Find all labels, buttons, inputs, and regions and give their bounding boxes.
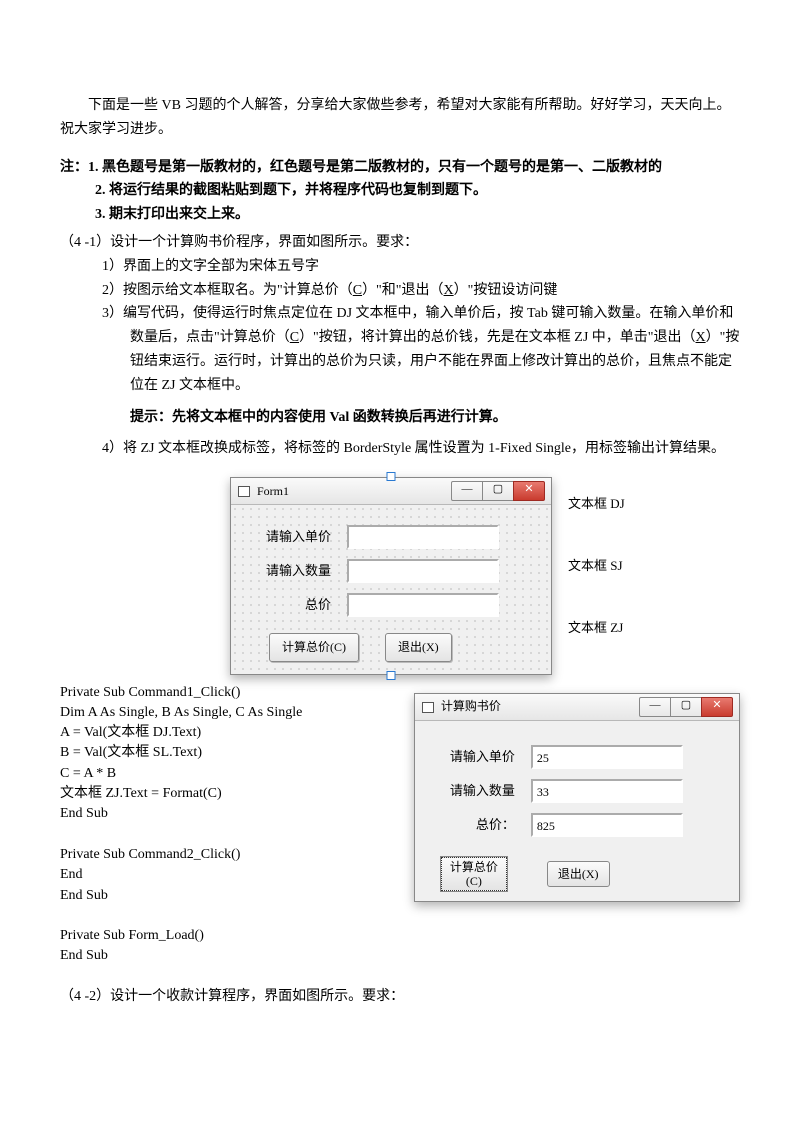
run-label-dj: 请输入单价 (425, 746, 515, 768)
run-exit-button[interactable]: 退出(X) (547, 861, 610, 887)
selection-handle-top (387, 472, 396, 481)
run-label-sj: 请输入数量 (425, 780, 515, 802)
textbox-zj[interactable] (347, 593, 499, 617)
q41-item4: 4）将 ZJ 文本框改换成标签，将标签的 BorderStyle 属性设置为 1… (102, 437, 740, 461)
app-icon (237, 485, 251, 497)
q41-title: （4 -1）设计一个计算购书价程序，界面如图所示。要求： (60, 231, 740, 255)
run-textbox-dj[interactable]: 25 (531, 745, 683, 769)
callouts: 文本框 DJ 文本框 SJ 文本框 ZJ (568, 477, 625, 663)
form2-window: 计算购书价 — ▢ ✕ 请输入单价 25 请输入数量 33 总价： 825 计算… (414, 693, 740, 903)
intro-paragraph: 下面是一些 VB 习题的个人解答，分享给大家做些参考，希望对大家能有所帮助。好好… (60, 94, 740, 142)
maximize-button[interactable]: ▢ (670, 697, 702, 717)
note-1: 注：1. 黑色题号是第一版教材的，红色题号是第二版教材的，只有一个题号的是第一、… (60, 156, 740, 180)
form1-window: Form1 — ▢ ✕ 请输入单价 请输入数量 总价 (230, 477, 552, 674)
callout-sj: 文本框 SJ (568, 539, 625, 601)
q42-title: （4 -2）设计一个收款计算程序，界面如图所示。要求： (60, 985, 740, 1009)
q41-item2: 2）按图示给文本框取名。为"计算总价（C）"和"退出（X）"按钮设访问键 (102, 279, 740, 303)
selection-handle-bottom (387, 671, 396, 680)
exit-button[interactable]: 退出(X) (385, 633, 452, 661)
tip-text: 提示：先将文本框中的内容使用 Val 函数转换后再进行计算。 (130, 406, 740, 430)
code-block: Private Sub Command1_Click() Dim A As Si… (60, 683, 404, 967)
app-icon (421, 701, 435, 713)
minimize-button[interactable]: — (451, 481, 483, 501)
form2-titlebar: 计算购书价 — ▢ ✕ (415, 694, 739, 721)
label-zj: 总价 (241, 594, 331, 616)
textbox-dj[interactable] (347, 525, 499, 549)
run-textbox-zj: 825 (531, 813, 683, 837)
run-textbox-sj[interactable]: 33 (531, 779, 683, 803)
callout-dj: 文本框 DJ (568, 477, 625, 539)
minimize-button[interactable]: — (639, 697, 671, 717)
q41-item1: 1）界面上的文字全部为宋体五号字 (102, 255, 740, 279)
form2-title: 计算购书价 (441, 696, 501, 716)
callout-zj: 文本框 ZJ (568, 601, 625, 663)
close-button[interactable]: ✕ (513, 481, 545, 501)
form1-title: Form1 (257, 481, 289, 501)
q41-item3: 3）编写代码，使得运行时焦点定位在 DJ 文本框中，输入单价后，按 Tab 键可… (102, 302, 740, 397)
close-button[interactable]: ✕ (701, 697, 733, 717)
note-2: 2. 将运行结果的截图粘贴到题下，并将程序代码也复制到题下。 (95, 179, 740, 203)
textbox-sj[interactable] (347, 559, 499, 583)
run-calc-button[interactable]: 计算总价 (C) (441, 857, 507, 892)
form1-titlebar: Form1 — ▢ ✕ (231, 478, 551, 505)
note-3: 3. 期末打印出来交上来。 (95, 203, 740, 227)
label-dj: 请输入单价 (241, 526, 331, 548)
maximize-button[interactable]: ▢ (482, 481, 514, 501)
label-sj: 请输入数量 (241, 560, 331, 582)
calc-button[interactable]: 计算总价(C) (269, 633, 359, 661)
run-label-zj: 总价： (425, 814, 515, 836)
